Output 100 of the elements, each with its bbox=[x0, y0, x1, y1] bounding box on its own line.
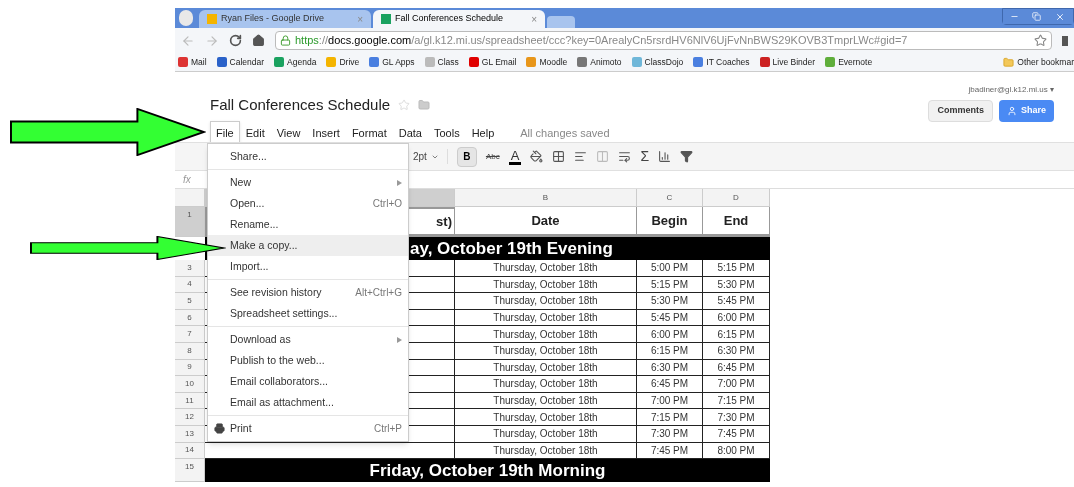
menu-item[interactable]: Insert bbox=[306, 120, 346, 145]
address-bar[interactable]: https://docs.google.com/a/gl.k12.mi.us/spreadsheet/ccc?key=0ArealyCn5rsrdHV6NlV6UjFvNnBWS29KOVB3TmprLWc#gid=7 bbox=[275, 31, 1052, 50]
table-cell: 7:00 PM bbox=[637, 392, 703, 410]
bookmark-link[interactable]: Live Binder bbox=[759, 55, 816, 69]
row-number[interactable]: 3 bbox=[175, 260, 205, 277]
file-menu-item[interactable]: Email as attachment... bbox=[208, 392, 408, 413]
star-icon[interactable] bbox=[398, 99, 411, 112]
row-number[interactable]: 10 bbox=[175, 376, 205, 393]
close-icon bbox=[1055, 11, 1065, 22]
document-title[interactable]: Fall Conferences Schedule bbox=[210, 94, 391, 117]
table-cell: 6:30 PM bbox=[637, 359, 703, 377]
strikethrough-button[interactable]: Abc bbox=[485, 150, 500, 163]
chart-icon[interactable] bbox=[658, 150, 672, 163]
bookmark-link[interactable]: Moodle bbox=[526, 55, 568, 69]
file-menu-item[interactable]: Publish to the web... bbox=[208, 350, 408, 371]
account-email[interactable]: jbadiner@gl.k12.mi.us ▾ bbox=[968, 84, 1054, 96]
bookmark-star-icon[interactable] bbox=[1034, 34, 1047, 47]
file-menu-item[interactable]: See revision history Alt+Ctrl+G bbox=[208, 282, 408, 303]
table-cell: Thursday, October 18th bbox=[455, 326, 637, 343]
table-cell: 6:15 PM bbox=[637, 342, 703, 360]
other-bookmarks-link[interactable]: Other bookmar bbox=[1003, 55, 1074, 69]
table-cell: 5:00 PM bbox=[637, 260, 703, 277]
lock-icon bbox=[280, 35, 291, 46]
file-menu-item[interactable]: Spreadsheet settings... bbox=[208, 303, 408, 324]
table-cell: Thursday, October 18th bbox=[455, 409, 637, 426]
menu-item[interactable]: Help bbox=[465, 120, 501, 145]
menu-item[interactable]: Edit bbox=[239, 120, 271, 145]
printer-icon bbox=[214, 423, 225, 434]
table-cell: Thursday, October 18th bbox=[455, 376, 637, 393]
file-menu-item[interactable]: Download as bbox=[208, 329, 408, 350]
file-menu-item[interactable]: Email collaborators... bbox=[208, 371, 408, 392]
column-header[interactable]: D bbox=[703, 189, 770, 207]
bookmark-link[interactable]: Class bbox=[424, 55, 459, 69]
tab-title: Ryan Files - Google Drive bbox=[221, 12, 326, 26]
formula-label: fx bbox=[183, 173, 191, 187]
table-cell: 5:15 PM bbox=[703, 260, 770, 277]
tab-close-button[interactable]: × bbox=[531, 11, 537, 27]
corner-cell[interactable] bbox=[175, 189, 205, 207]
home-icon[interactable] bbox=[252, 34, 265, 47]
bookmark-link[interactable]: GL Apps bbox=[369, 55, 415, 69]
file-menu-item[interactable]: Rename... bbox=[208, 214, 408, 235]
text-color-button[interactable]: A bbox=[508, 148, 522, 165]
bookmark-link[interactable]: Animoto bbox=[577, 55, 622, 69]
bookmark-link[interactable]: ClassDojo bbox=[631, 55, 684, 69]
tab-favicon bbox=[381, 14, 391, 24]
row-number[interactable]: 12 bbox=[175, 409, 205, 426]
table-cell: 5:45 PM bbox=[703, 293, 770, 310]
table-cell: Thursday, October 18th bbox=[455, 392, 637, 410]
column-header[interactable]: B bbox=[455, 189, 637, 207]
bookmark-link[interactable]: Drive bbox=[326, 55, 360, 69]
bookmark-link[interactable]: IT Coaches bbox=[693, 55, 750, 69]
table-cell: 7:30 PM bbox=[703, 409, 770, 426]
file-menu-item[interactable]: Make a copy... bbox=[208, 235, 408, 256]
menu-item[interactable]: View bbox=[270, 120, 307, 145]
table-cell: 5:15 PM bbox=[637, 276, 703, 294]
menu-item[interactable]: Tools bbox=[427, 120, 466, 145]
row-number[interactable]: 7 bbox=[175, 326, 205, 343]
file-menu-item[interactable]: Share... bbox=[208, 146, 408, 167]
restore-icon bbox=[1031, 12, 1041, 21]
reload-icon[interactable] bbox=[229, 34, 242, 47]
file-menu-item[interactable]: Print Ctrl+P bbox=[208, 418, 408, 439]
bookmark-link[interactable]: Evernote bbox=[825, 55, 873, 69]
fill-color-icon[interactable] bbox=[530, 150, 544, 163]
functions-button[interactable]: Σ bbox=[640, 146, 650, 167]
row-number[interactable]: 15 bbox=[175, 459, 205, 483]
row-number[interactable]: 5 bbox=[175, 293, 205, 310]
browser-tab[interactable]: Fall Conferences Schedule × bbox=[373, 10, 545, 28]
column-header[interactable]: C bbox=[637, 189, 703, 207]
bookmark-link[interactable]: GL Email bbox=[468, 55, 517, 69]
table-cell: Thursday, October 18th bbox=[455, 342, 637, 360]
row-number[interactable]: 1 bbox=[175, 207, 205, 237]
table-cell: 7:15 PM bbox=[637, 409, 703, 426]
bold-button[interactable]: B bbox=[456, 146, 477, 167]
table-cell: Thursday, October 18th bbox=[455, 293, 637, 310]
folder-icon[interactable] bbox=[418, 99, 431, 112]
menu-item[interactable]: Format bbox=[345, 120, 393, 145]
comments-button[interactable]: Comments bbox=[928, 100, 993, 122]
borders-icon[interactable] bbox=[552, 150, 566, 163]
bookmark-link[interactable]: Mail bbox=[178, 55, 207, 69]
table-cell: Thursday, October 18th bbox=[455, 425, 637, 443]
menu-item[interactable]: Data bbox=[392, 120, 428, 145]
filter-icon[interactable] bbox=[680, 150, 694, 163]
table-cell: 7:00 PM bbox=[703, 376, 770, 393]
bookmark-link[interactable]: Agenda bbox=[274, 55, 317, 69]
table-cell: 7:30 PM bbox=[637, 425, 703, 443]
url-text: https://docs.google.com/a/gl.k12.mi.us/spreadsheet/ccc?key=0ArealyCn5rsrdHV6NlV6UjFvNnBWS29KOVB3TmprLWc#gid=7 bbox=[295, 33, 908, 49]
table-cell: 5:30 PM bbox=[637, 293, 703, 310]
menu-item[interactable]: File bbox=[210, 121, 240, 145]
browser-tab[interactable]: Ryan Files - Google Drive × bbox=[199, 10, 371, 28]
merge-cells-icon[interactable] bbox=[596, 150, 610, 163]
wrap-text-icon[interactable] bbox=[618, 150, 632, 163]
align-icon[interactable] bbox=[574, 150, 588, 163]
table-cell: 6:15 PM bbox=[703, 326, 770, 343]
table-cell: 6:30 PM bbox=[703, 342, 770, 360]
table-cell: 6:00 PM bbox=[637, 326, 703, 343]
bookmark-link[interactable]: Calendar bbox=[216, 55, 265, 69]
table-cell: Thursday, October 18th bbox=[455, 309, 637, 327]
table-cell: 7:15 PM bbox=[703, 392, 770, 410]
save-status: All changes saved bbox=[520, 125, 610, 141]
font-size-dropdown[interactable]: 2pt bbox=[413, 149, 448, 164]
